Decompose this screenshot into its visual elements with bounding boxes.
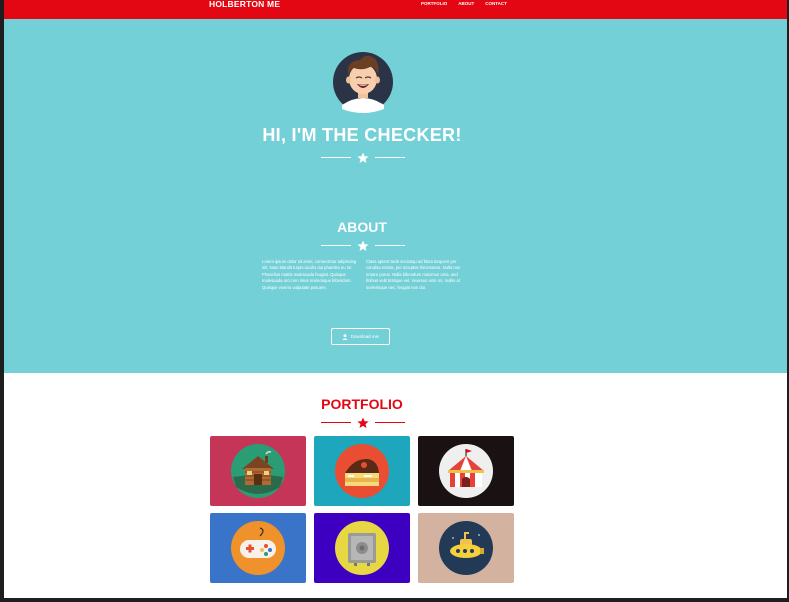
portfolio-item-cake[interactable] — [314, 436, 410, 506]
hero-section: HI, I'M THE CHECKER! ABOUT Lorem ipsum d… — [4, 19, 787, 373]
portfolio-title: PORTFOLIO — [321, 396, 403, 412]
portfolio-item-circus[interactable] — [418, 436, 514, 506]
portfolio-item-cabin[interactable] — [210, 436, 306, 506]
star-icon — [357, 240, 369, 251]
cake-icon — [335, 444, 389, 498]
portfolio-item-controller[interactable] — [210, 513, 306, 583]
brand-link[interactable]: HOLBERTON ME — [209, 0, 280, 9]
about-text-left: Lorem ipsum dolor sit amet, consectetur … — [262, 259, 357, 290]
portfolio-item-submarine[interactable] — [418, 513, 514, 583]
circus-tent-icon — [439, 444, 493, 498]
nav-link-contact[interactable]: CONTACT — [485, 1, 507, 6]
avatar-icon — [333, 52, 393, 113]
portfolio-divider — [321, 417, 405, 429]
avatar — [332, 45, 394, 117]
game-controller-icon — [231, 521, 285, 575]
download-button-label: Download me! — [350, 334, 380, 339]
nav-link-about[interactable]: ABOUT — [458, 1, 474, 6]
portfolio-item-safe[interactable] — [314, 513, 410, 583]
hero-title: HI, I'M THE CHECKER! — [262, 125, 462, 145]
nav-links: PORTFOLIO ABOUT CONTACT — [421, 1, 507, 6]
download-button[interactable]: Download me! — [331, 328, 390, 345]
page: HOLBERTON ME PORTFOLIO ABOUT CONTACT HI,… — [4, 0, 787, 598]
hero-divider — [321, 152, 405, 164]
user-icon — [341, 333, 348, 340]
star-icon — [357, 417, 369, 428]
star-icon — [357, 152, 369, 163]
navbar: HOLBERTON ME PORTFOLIO ABOUT CONTACT — [4, 0, 787, 19]
safe-icon — [335, 521, 389, 575]
about-title: ABOUT — [337, 219, 387, 235]
cabin-icon — [231, 444, 285, 498]
about-divider — [321, 240, 405, 252]
nav-link-portfolio[interactable]: PORTFOLIO — [421, 1, 447, 6]
about-text-right: Class aptent taciti sociosqu ad litora t… — [366, 259, 461, 290]
submarine-icon — [439, 521, 493, 575]
